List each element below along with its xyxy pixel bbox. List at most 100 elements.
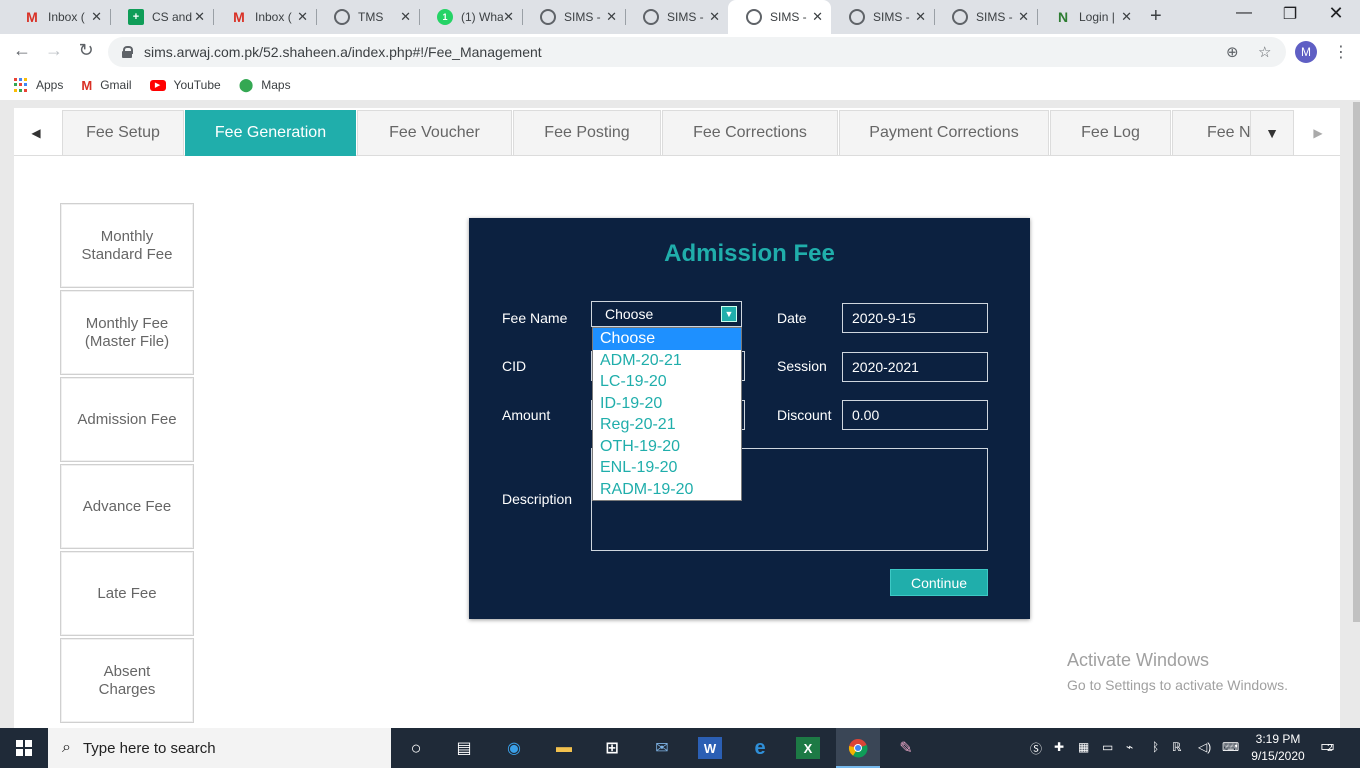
sidebar-item-late-fee[interactable]: Late Fee <box>60 551 194 636</box>
sidebar-item-admission-fee[interactable]: Admission Fee <box>60 377 194 462</box>
browser-tab[interactable]: SIMS - ✕ <box>625 0 728 34</box>
browser-tab[interactable]: SIMS - ✕ <box>831 0 934 34</box>
browser-tab[interactable]: 1 (1) Wha ✕ <box>419 0 522 34</box>
close-tab-icon[interactable]: ✕ <box>1121 9 1132 25</box>
chevron-down-icon[interactable]: ▼ <box>721 306 737 322</box>
file-explorer-icon[interactable]: ▬ <box>552 737 576 759</box>
tray-icon[interactable]: ✚ <box>1054 740 1064 754</box>
amount-label: Amount <box>502 407 551 423</box>
dropdown-option[interactable]: ENL-19-20 <box>593 457 741 479</box>
dropdown-option[interactable]: OTH-19-20 <box>593 436 741 458</box>
close-tab-icon[interactable]: ✕ <box>91 9 102 25</box>
tabs-scroll-left-icon[interactable]: ◀ <box>14 110 58 156</box>
dropdown-option[interactable]: Reg-20-21 <box>593 414 741 436</box>
close-tab-icon[interactable]: ✕ <box>709 9 720 25</box>
profile-avatar[interactable]: M <box>1295 41 1317 63</box>
sidebar-item-monthly-standard-fee[interactable]: Monthly Standard Fee <box>60 203 194 288</box>
close-tab-icon[interactable]: ✕ <box>503 9 514 25</box>
tab-fee-setup[interactable]: Fee Setup <box>62 110 184 156</box>
chrome-icon[interactable] <box>846 737 870 759</box>
tab-fee-log[interactable]: Fee Log <box>1050 110 1171 156</box>
page-scrollbar[interactable] <box>1353 102 1360 622</box>
reload-icon[interactable]: ↻ <box>74 40 98 61</box>
skype-tray-icon[interactable]: Ⓢ <box>1030 740 1042 757</box>
volume-icon[interactable]: ◁) <box>1198 740 1211 754</box>
fee-name-select[interactable]: Choose ▼ <box>591 301 742 327</box>
address-bar[interactable]: sims.arwaj.com.pk/52.shaheen.a/index.php… <box>108 37 1286 67</box>
browser-tab-active[interactable]: SIMS - ✕ <box>728 0 831 34</box>
close-tab-icon[interactable]: ✕ <box>400 9 411 25</box>
activate-windows-watermark: Activate Windows Go to Settings to activ… <box>1067 650 1288 693</box>
globe-icon <box>952 9 968 25</box>
minimize-icon[interactable]: — <box>1221 4 1267 22</box>
maps-pin-icon: ⬤ <box>238 77 254 92</box>
close-tab-icon[interactable]: ✕ <box>606 9 617 25</box>
sidebar-item-advance-fee[interactable]: Advance Fee <box>60 464 194 549</box>
sidebar-item-monthly-fee-master[interactable]: Monthly Fee (Master File) <box>60 290 194 375</box>
browser-tab[interactable]: SIMS - ✕ <box>522 0 625 34</box>
close-tab-icon[interactable]: ✕ <box>297 9 308 25</box>
bookmark-youtube[interactable]: ▶ YouTube <box>149 78 221 92</box>
close-tab-icon[interactable]: ✕ <box>812 9 823 25</box>
tab-payment-corrections[interactable]: Payment Corrections <box>839 110 1049 156</box>
paint-icon[interactable]: ✎ <box>894 737 918 759</box>
forward-icon[interactable]: → <box>42 40 66 61</box>
bookmark-maps[interactable]: ⬤ Maps <box>239 77 291 93</box>
browser-tab[interactable]: N Login | ✕ <box>1037 0 1140 34</box>
browser-tab[interactable]: TMS ✕ <box>316 0 419 34</box>
tabs-dropdown-icon[interactable]: ▼ <box>1250 110 1294 156</box>
back-icon[interactable]: ← <box>10 40 34 61</box>
bookmark-apps[interactable]: Apps <box>14 78 63 92</box>
edge-icon[interactable]: ◉ <box>502 737 526 759</box>
sidebar-item-absent-charges[interactable]: Absent Charges <box>60 638 194 723</box>
bluetooth-icon[interactable]: ᛒ <box>1152 740 1159 754</box>
restore-icon[interactable]: ❐ <box>1267 4 1313 24</box>
browser-tab[interactable]: SIMS - ✕ <box>934 0 1037 34</box>
date-label: Date <box>777 310 807 326</box>
task-view-icon[interactable]: ▤ <box>452 737 476 759</box>
close-tab-icon[interactable]: ✕ <box>1018 9 1029 25</box>
excel-icon[interactable]: X <box>796 737 820 759</box>
tabs-scroll-right-icon[interactable]: ▶ <box>1296 110 1340 156</box>
menu-icon[interactable]: ⋮ <box>1333 42 1349 62</box>
tab-fee-voucher[interactable]: Fee Voucher <box>357 110 512 156</box>
tab-fee-generation[interactable]: Fee Generation <box>185 110 356 156</box>
continue-button[interactable]: Continue <box>890 569 988 596</box>
mail-icon[interactable]: ✉ <box>650 737 674 759</box>
close-window-icon[interactable]: ✕ <box>1313 3 1359 24</box>
taskbar-search-box[interactable]: ⌕ Type here to search <box>48 728 391 768</box>
zoom-icon[interactable]: ⊕ <box>1226 43 1239 61</box>
dropdown-option[interactable]: ID-19-20 <box>593 393 741 415</box>
cortana-icon[interactable]: ○ <box>404 737 428 759</box>
tab-fee-corrections[interactable]: Fee Corrections <box>662 110 838 156</box>
dropdown-option[interactable]: ADM-20-21 <box>593 350 741 372</box>
tray-icon[interactable]: ▭ <box>1102 740 1113 754</box>
taskbar-clock[interactable]: 3:19 PM 9/15/2020 <box>1246 731 1310 765</box>
close-tab-icon[interactable]: ✕ <box>194 9 205 25</box>
word-icon[interactable]: W <box>698 737 722 759</box>
bookmark-gmail[interactable]: M Gmail <box>81 78 131 93</box>
store-icon[interactable]: ⊞ <box>600 737 624 759</box>
notifications-icon[interactable]: ▭2 <box>1320 736 1335 756</box>
tray-icon[interactable]: ▦ <box>1078 740 1089 754</box>
session-field[interactable]: 2020-2021 <box>842 352 988 382</box>
dropdown-option[interactable]: RADM-19-20 <box>593 479 741 501</box>
date-field[interactable]: 2020-9-15 <box>842 303 988 333</box>
watermark-subtitle: Go to Settings to activate Windows. <box>1067 677 1288 693</box>
dropdown-option[interactable]: LC-19-20 <box>593 371 741 393</box>
network-icon[interactable]: ⌁ <box>1126 740 1133 754</box>
windows-start-icon[interactable] <box>16 740 32 756</box>
tab-fee-posting[interactable]: Fee Posting <box>513 110 661 156</box>
discount-field[interactable]: 0.00 <box>842 400 988 430</box>
close-tab-icon[interactable]: ✕ <box>915 9 926 25</box>
internet-explorer-icon[interactable]: e <box>748 737 772 759</box>
new-tab-icon[interactable]: + <box>1150 5 1162 28</box>
browser-tab[interactable]: M Inbox ( ✕ <box>213 0 316 34</box>
ime-icon[interactable]: ℝ <box>1172 740 1182 754</box>
bookmark-star-icon[interactable]: ☆ <box>1258 43 1271 61</box>
browser-tab[interactable]: + CS and ✕ <box>110 0 213 34</box>
browser-tab[interactable]: M Inbox ( ✕ <box>6 0 110 34</box>
tab-fee-n[interactable]: Fee N <box>1172 110 1254 156</box>
dropdown-option[interactable]: Choose <box>593 328 741 350</box>
keyboard-icon[interactable]: ⌨ <box>1222 740 1239 754</box>
